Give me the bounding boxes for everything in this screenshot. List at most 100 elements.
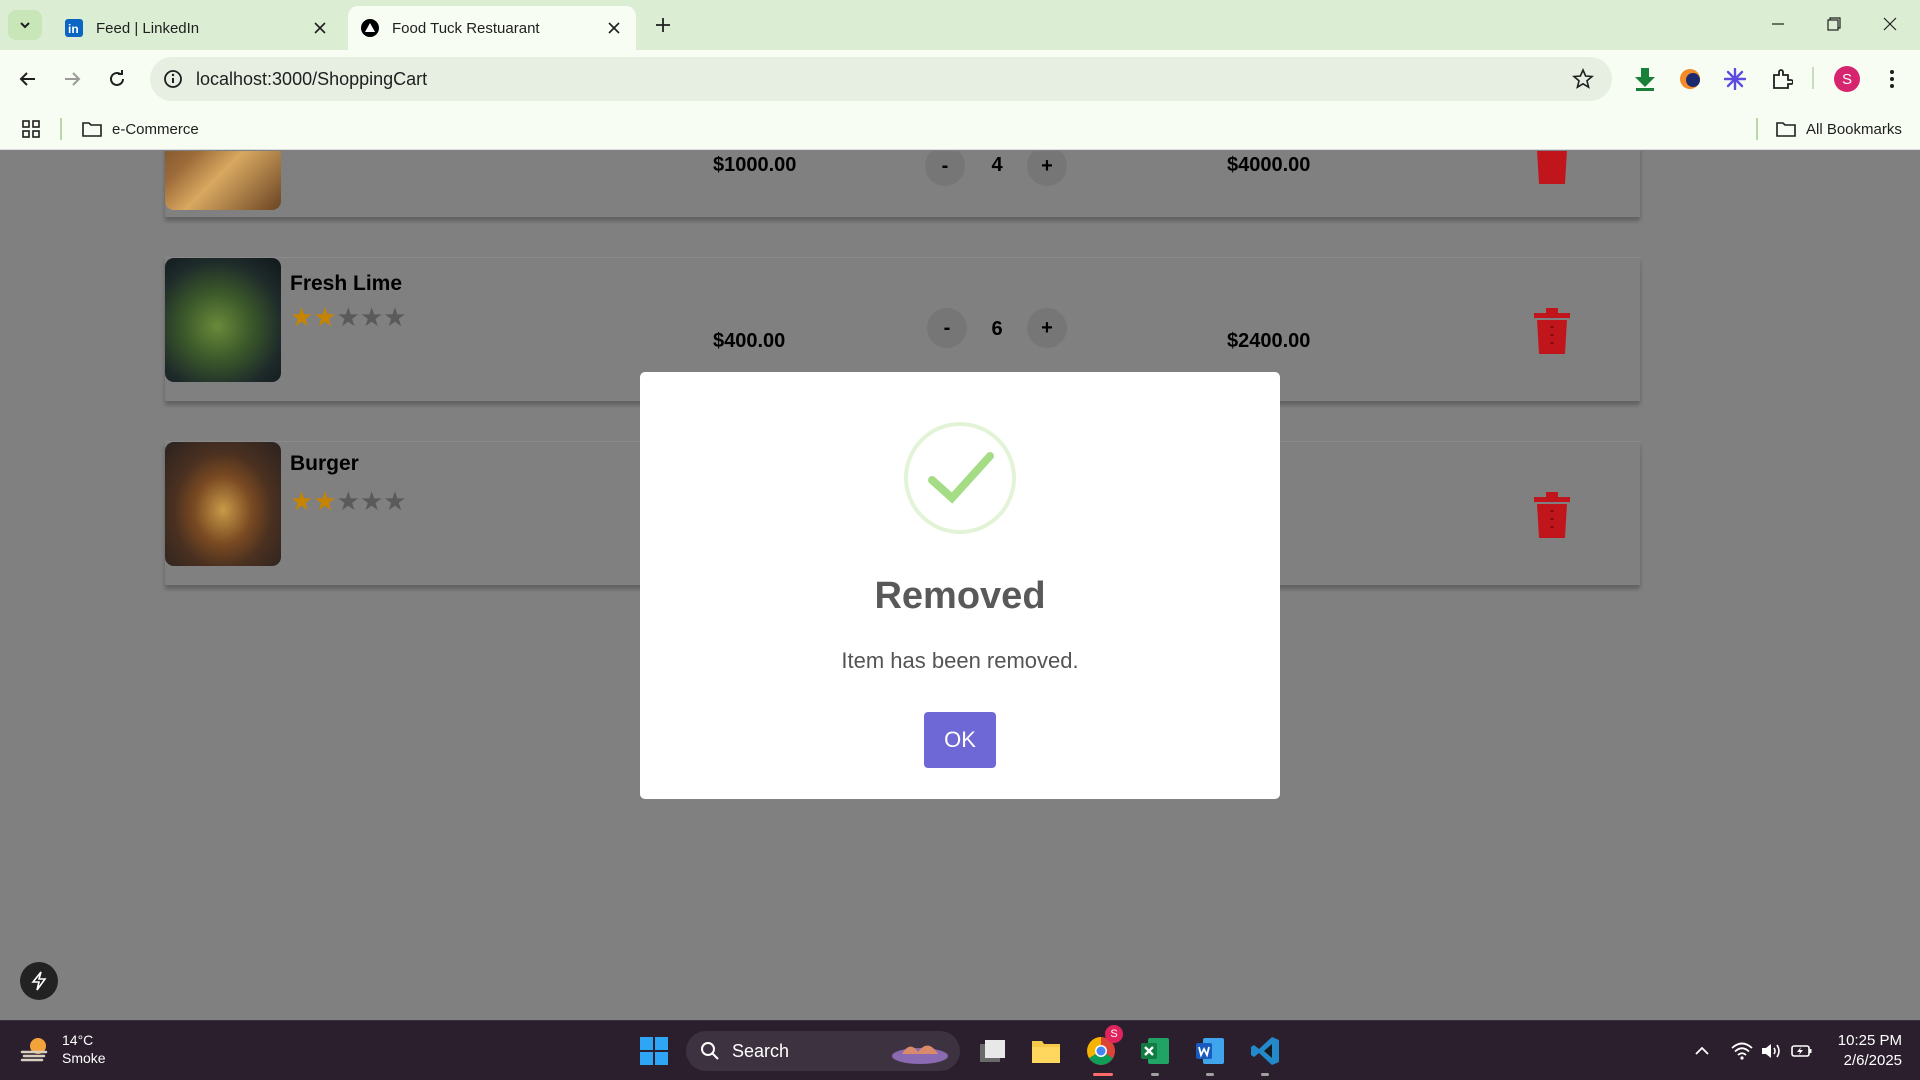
weather-temperature: 14°C: [62, 1032, 94, 1048]
battery-button[interactable]: [1790, 1039, 1814, 1063]
search-label: Search: [732, 1040, 790, 1061]
kebab-menu-icon: [1890, 70, 1894, 88]
extension-snowflake[interactable]: [1720, 64, 1750, 94]
weather-widget[interactable]: 14°C Smoke: [20, 1031, 106, 1067]
back-button[interactable]: [12, 63, 44, 95]
vscode-button[interactable]: [1247, 1033, 1283, 1069]
reload-button[interactable]: [101, 63, 133, 95]
trash-icon[interactable]: [1532, 492, 1572, 538]
tab-search-button[interactable]: [8, 10, 42, 40]
folder-icon: [82, 122, 102, 137]
tab-food-tuck[interactable]: Food Tuck Restuarant: [348, 6, 636, 50]
item-total: $2400.00: [1227, 330, 1311, 352]
close-icon: [1883, 17, 1897, 31]
extensions-button[interactable]: [1767, 64, 1797, 94]
volume-button[interactable]: [1760, 1039, 1784, 1063]
minimize-icon: [1772, 23, 1784, 25]
download-arrow-icon: [1635, 68, 1655, 91]
new-tab-button[interactable]: [648, 10, 678, 40]
show-hidden-icons-button[interactable]: [1690, 1039, 1714, 1063]
file-explorer-button[interactable]: [1028, 1033, 1064, 1069]
profile-button[interactable]: S: [1832, 64, 1862, 94]
address-bar[interactable]: localhost:3000/ShoppingCart: [150, 57, 1612, 101]
increase-quantity-button[interactable]: +: [1027, 308, 1067, 348]
nextjs-devtools-button[interactable]: [20, 962, 58, 1000]
extension-orange-blue[interactable]: [1675, 64, 1705, 94]
close-window-button[interactable]: [1862, 0, 1918, 48]
minimize-button[interactable]: [1750, 0, 1806, 48]
windows-taskbar: 14°C Smoke Search S 10:25 PM 2/6/2025: [0, 1020, 1920, 1080]
pizza-image: [165, 151, 281, 210]
star-empty: ★: [383, 486, 407, 516]
clock-date: 2/6/2025: [1843, 1052, 1902, 1069]
star-empty: ★: [383, 302, 407, 332]
weather-smoke-icon: [20, 1038, 48, 1062]
browser-menu-button[interactable]: [1877, 64, 1907, 94]
extension-logo-icon: [1680, 69, 1700, 89]
taskbar-clock[interactable]: 10:25 PM 2/6/2025: [1820, 1031, 1902, 1071]
speaker-icon: [1762, 1044, 1780, 1058]
excel-button[interactable]: [1137, 1033, 1173, 1069]
tab-linkedin[interactable]: in Feed | LinkedIn: [52, 6, 342, 50]
notification-badge: S: [1105, 1025, 1123, 1043]
avatar: S: [1834, 66, 1860, 92]
chrome-taskbar-button[interactable]: S: [1083, 1025, 1123, 1069]
wifi-button[interactable]: [1730, 1039, 1754, 1063]
wifi-icon: [1731, 1042, 1753, 1060]
all-bookmarks-label: All Bookmarks: [1806, 120, 1902, 138]
bookmark-folder-ecommerce[interactable]: e-Commerce: [82, 116, 199, 142]
rating-stars: ★★★★★: [290, 302, 407, 333]
word-button[interactable]: [1192, 1033, 1228, 1069]
close-tab-icon[interactable]: [306, 14, 334, 42]
site-info-icon[interactable]: [162, 68, 184, 90]
browser-tab-bar: in Feed | LinkedIn Food Tuck Restuarant: [0, 0, 1920, 50]
start-button[interactable]: [636, 1033, 672, 1069]
restore-button[interactable]: [1806, 0, 1862, 48]
bookmarks-bar: e-Commerce All Bookmarks: [0, 108, 1920, 150]
star-empty: ★: [359, 302, 384, 332]
close-tab-icon[interactable]: [600, 14, 628, 42]
star-filled: ★: [290, 486, 314, 516]
toolbar-divider: [1812, 67, 1814, 89]
ok-button[interactable]: OK: [924, 712, 996, 768]
taskbar-search[interactable]: Search: [686, 1031, 960, 1071]
apps-button[interactable]: [22, 116, 40, 142]
lightning-bolt-icon: [31, 971, 47, 991]
windows-logo-icon: [640, 1037, 668, 1065]
decrease-quantity-button[interactable]: -: [925, 151, 965, 186]
url-text[interactable]: localhost:3000/ShoppingCart: [196, 69, 427, 90]
arrow-right-icon: [65, 72, 81, 86]
trash-icon[interactable]: [1532, 151, 1572, 184]
restore-icon: [1827, 17, 1841, 31]
word-icon: [1196, 1038, 1224, 1064]
item-quantity: 6: [991, 318, 1003, 340]
salad-image: [165, 258, 281, 382]
star-filled: ★: [290, 302, 314, 332]
trash-icon[interactable]: [1532, 308, 1572, 354]
item-name: Fresh Lime: [290, 272, 403, 295]
search-icon: [701, 1042, 719, 1060]
decrease-quantity-button[interactable]: -: [927, 308, 967, 348]
cart-item: $1000.00 - 4 + $4000.00: [165, 151, 1640, 217]
folder-icon: [1776, 122, 1796, 137]
all-bookmarks-button[interactable]: All Bookmarks: [1776, 116, 1902, 142]
snowflake-icon: [1724, 68, 1746, 90]
forward-button[interactable]: [56, 63, 88, 95]
reload-icon: [110, 70, 124, 86]
puzzle-icon: [1773, 69, 1793, 89]
plus-label: +: [1041, 154, 1053, 177]
increase-quantity-button[interactable]: +: [1027, 151, 1067, 186]
tab-title: Feed | LinkedIn: [96, 19, 200, 37]
rating-stars: ★★★★★: [290, 486, 407, 517]
weather-condition: Smoke: [62, 1050, 106, 1066]
task-view-button[interactable]: [974, 1033, 1010, 1069]
arrow-left-icon: [19, 72, 35, 86]
download-extension[interactable]: [1630, 64, 1660, 94]
bookmarks-divider: [1756, 118, 1758, 140]
battery-charging-icon: [1791, 1045, 1812, 1057]
task-view-icon: [980, 1040, 1005, 1062]
bookmark-star-icon[interactable]: [1572, 68, 1594, 90]
dialog-title: Removed: [874, 575, 1046, 617]
dialog-message: Item has been removed.: [841, 648, 1079, 673]
star-empty: ★: [359, 486, 384, 516]
